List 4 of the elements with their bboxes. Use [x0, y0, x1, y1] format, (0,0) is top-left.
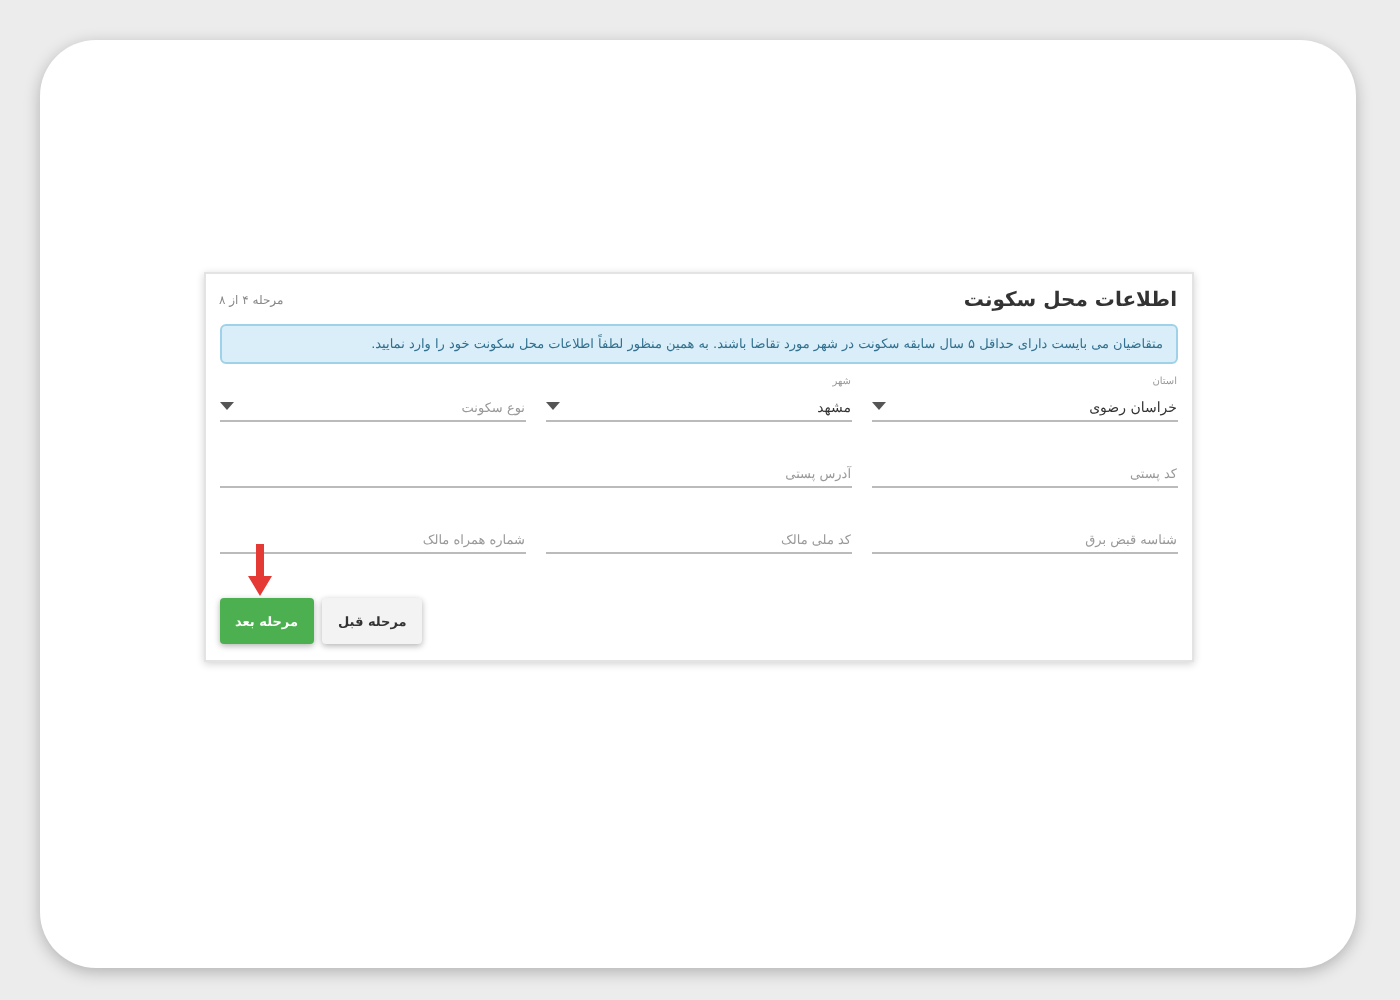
caret-icon [219, 402, 233, 412]
caret-icon [545, 402, 559, 412]
form-title: اطلاعات محل سکونت [963, 290, 1177, 312]
caret-icon [871, 402, 885, 412]
